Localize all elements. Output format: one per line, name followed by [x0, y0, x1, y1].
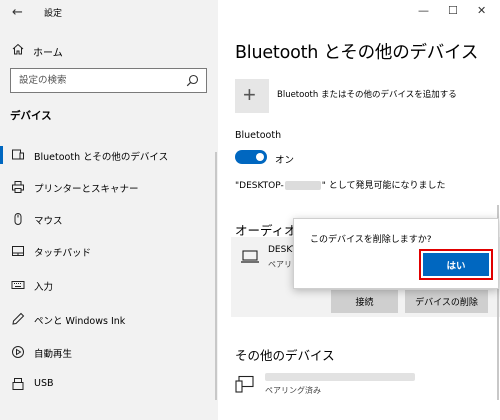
discoverable-suffix: " として発見可能になりました	[321, 181, 446, 191]
sidebar-item-label: 自動再生	[34, 349, 73, 360]
connect-button[interactable]: 接続	[331, 290, 398, 313]
back-arrow-icon[interactable]: ←	[12, 5, 23, 20]
page-title: Bluetooth とその他のデバイス	[235, 43, 479, 63]
other-device-status: ペアリング済み	[265, 386, 321, 395]
confirm-yes-button[interactable]: はい	[423, 253, 489, 276]
remove-device-confirm-popup: このデバイスを削除しますか? はい	[293, 218, 499, 289]
add-device-row[interactable]: + Bluetooth またはその他のデバイスを追加する	[235, 79, 495, 113]
confirm-message: このデバイスを削除しますか?	[310, 235, 432, 245]
sidebar-scrollbar[interactable]	[215, 152, 217, 400]
add-device-button[interactable]: +	[235, 79, 269, 113]
device-icon	[235, 375, 254, 393]
discoverable-status: "DESKTOP- " として発見可能になりました	[235, 178, 445, 191]
redacted-device-name	[265, 373, 415, 381]
minimize-icon[interactable]: —	[418, 4, 429, 17]
sidebar-item-usb[interactable]: USB	[0, 371, 218, 397]
app-title: 設定	[44, 9, 63, 19]
sidebar-item-label: Bluetooth とその他のデバイス	[34, 152, 169, 163]
nav-home[interactable]: ホーム	[0, 38, 218, 62]
sidebar-item-bluetooth[interactable]: Bluetooth とその他のデバイス	[0, 142, 218, 168]
laptop-icon	[241, 250, 259, 263]
maximize-icon[interactable]: ☐	[448, 4, 458, 17]
bluetooth-section-label: Bluetooth	[235, 130, 282, 141]
bluetooth-toggle[interactable]	[235, 150, 267, 164]
printer-icon	[12, 181, 24, 193]
sidebar-item-label: 入力	[34, 282, 54, 293]
usb-icon	[12, 378, 24, 390]
sidebar-item-touchpad[interactable]: タッチパッド	[0, 238, 218, 264]
sidebar-item-label: ペンと Windows Ink	[34, 316, 126, 327]
other-device-item[interactable]: ペアリング済み	[235, 367, 495, 401]
title-bar: ← 設定	[0, 0, 218, 26]
bluetooth-toggle-state: オン	[275, 155, 295, 166]
sidebar-item-label: タッチパッド	[34, 248, 92, 259]
close-icon[interactable]: ✕	[477, 4, 486, 17]
settings-search[interactable]	[10, 68, 207, 93]
home-icon	[12, 43, 24, 55]
remove-device-button[interactable]: デバイスの削除	[405, 290, 488, 313]
sidebar-item-input[interactable]: 入力	[0, 272, 218, 298]
touchpad-icon	[12, 246, 24, 256]
toggle-knob	[256, 153, 264, 161]
plus-icon: +	[243, 82, 256, 107]
search-icon[interactable]	[186, 74, 199, 87]
nav-home-label: ホーム	[33, 48, 63, 59]
pen-icon	[12, 312, 25, 325]
sidebar-item-label: マウス	[34, 216, 63, 227]
redacted-device-name	[284, 181, 321, 190]
section-title-devices: デバイス	[10, 110, 52, 122]
sidebar-item-pen[interactable]: ペンと Windows Ink	[0, 306, 218, 332]
settings-sidebar: ← 設定 ホーム デバイス Bluetooth とその他のデバイス プリンターと…	[0, 0, 218, 420]
keyboard-icon	[11, 281, 25, 289]
autoplay-icon	[12, 346, 24, 358]
add-device-label[interactable]: Bluetooth またはその他のデバイスを追加する	[277, 88, 457, 100]
active-indicator	[0, 146, 3, 164]
other-devices-heading: その他のデバイス	[235, 348, 335, 363]
mouse-icon	[14, 213, 22, 225]
discoverable-prefix: "DESKTOP-	[235, 181, 284, 191]
sidebar-item-printers[interactable]: プリンターとスキャナー	[0, 174, 218, 200]
main-content: — ☐ ✕ Bluetooth とその他のデバイス + Bluetooth また…	[218, 0, 500, 420]
sidebar-item-autoplay[interactable]: 自動再生	[0, 339, 218, 365]
sidebar-item-label: プリンターとスキャナー	[34, 184, 139, 195]
bluetooth-devices-icon	[12, 149, 24, 160]
search-input[interactable]	[11, 69, 181, 92]
sidebar-item-label: USB	[34, 378, 54, 389]
sidebar-item-mouse[interactable]: マウス	[0, 206, 218, 232]
